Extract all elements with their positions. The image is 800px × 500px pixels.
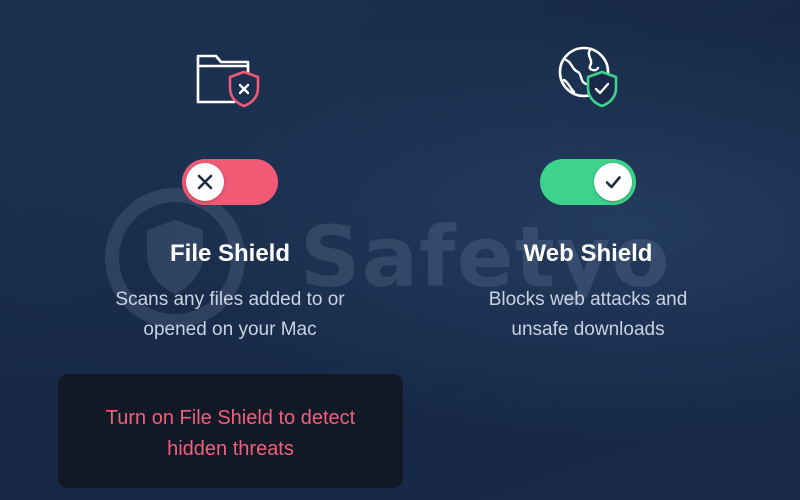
file-shield-toggle[interactable] — [182, 159, 278, 205]
folder-shield-x-icon — [196, 54, 260, 108]
file-shield-warning: Turn on File Shield to detect hidden thr… — [58, 374, 403, 488]
description-line: Scans any files added to or — [115, 289, 345, 310]
check-icon — [605, 176, 621, 189]
description-line: Blocks web attacks and — [488, 289, 688, 310]
description-line: opened on your Mac — [143, 319, 317, 340]
toggle-knob — [186, 163, 224, 201]
warning-line: Turn on File Shield to detect — [105, 407, 356, 429]
web-shield-title: Web Shield — [523, 240, 653, 267]
description-line: unsafe downloads — [511, 319, 665, 340]
file-shield-description: Scans any files added to or opened on yo… — [60, 285, 400, 345]
globe-shield-check-icon — [558, 46, 618, 108]
web-shield-toggle[interactable] — [540, 159, 636, 205]
warning-line: hidden threats — [167, 438, 294, 460]
web-shield-description: Blocks web attacks and unsafe downloads — [418, 285, 758, 345]
file-shield-title: File Shield — [169, 240, 291, 267]
x-icon — [197, 174, 213, 190]
toggle-knob — [594, 163, 632, 201]
warning-text: Turn on File Shield to detect hidden thr… — [58, 403, 403, 465]
